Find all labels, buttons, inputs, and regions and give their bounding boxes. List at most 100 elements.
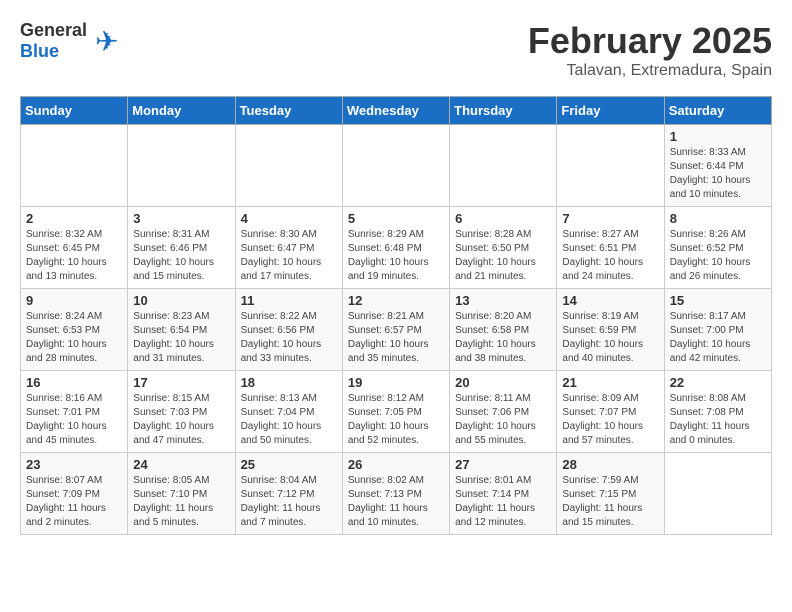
calendar-table: SundayMondayTuesdayWednesdayThursdayFrid… [20, 96, 772, 535]
col-header-thursday: Thursday [450, 97, 557, 125]
logo-blue: Blue [20, 41, 59, 61]
calendar-cell: 15 Sunrise: 8:17 AMSunset: 7:00 PMDaylig… [664, 289, 771, 371]
day-info: Sunrise: 8:27 AMSunset: 6:51 PMDaylight:… [562, 229, 643, 282]
col-header-monday: Monday [128, 97, 235, 125]
day-info: Sunrise: 8:26 AMSunset: 6:52 PMDaylight:… [670, 229, 751, 282]
calendar-cell: 22 Sunrise: 8:08 AMSunset: 7:08 PMDaylig… [664, 371, 771, 453]
day-number: 23 [26, 457, 122, 472]
day-info: Sunrise: 8:01 AMSunset: 7:14 PMDaylight:… [455, 475, 535, 528]
calendar-cell: 18 Sunrise: 8:13 AMSunset: 7:04 PMDaylig… [235, 371, 342, 453]
day-info: Sunrise: 8:32 AMSunset: 6:45 PMDaylight:… [26, 229, 107, 282]
day-number: 2 [26, 211, 122, 226]
day-number: 7 [562, 211, 658, 226]
day-info: Sunrise: 8:22 AMSunset: 6:56 PMDaylight:… [241, 311, 322, 364]
day-info: Sunrise: 8:12 AMSunset: 7:05 PMDaylight:… [348, 393, 429, 446]
day-info: Sunrise: 7:59 AMSunset: 7:15 PMDaylight:… [562, 475, 642, 528]
day-number: 27 [455, 457, 551, 472]
calendar-cell [450, 125, 557, 207]
calendar-cell: 28 Sunrise: 7:59 AMSunset: 7:15 PMDaylig… [557, 453, 664, 535]
day-number: 15 [670, 293, 766, 308]
header: General Blue ✈ February 2025 Talavan, Ex… [20, 20, 772, 80]
calendar-cell [342, 125, 449, 207]
calendar-cell: 27 Sunrise: 8:01 AMSunset: 7:14 PMDaylig… [450, 453, 557, 535]
day-info: Sunrise: 8:02 AMSunset: 7:13 PMDaylight:… [348, 475, 428, 528]
day-info: Sunrise: 8:04 AMSunset: 7:12 PMDaylight:… [241, 475, 321, 528]
calendar-cell: 12 Sunrise: 8:21 AMSunset: 6:57 PMDaylig… [342, 289, 449, 371]
calendar-cell: 5 Sunrise: 8:29 AMSunset: 6:48 PMDayligh… [342, 207, 449, 289]
col-header-tuesday: Tuesday [235, 97, 342, 125]
day-info: Sunrise: 8:13 AMSunset: 7:04 PMDaylight:… [241, 393, 322, 446]
day-number: 10 [133, 293, 229, 308]
day-number: 3 [133, 211, 229, 226]
day-number: 20 [455, 375, 551, 390]
day-info: Sunrise: 8:28 AMSunset: 6:50 PMDaylight:… [455, 229, 536, 282]
calendar-cell: 13 Sunrise: 8:20 AMSunset: 6:58 PMDaylig… [450, 289, 557, 371]
calendar-cell: 23 Sunrise: 8:07 AMSunset: 7:09 PMDaylig… [21, 453, 128, 535]
day-info: Sunrise: 8:30 AMSunset: 6:47 PMDaylight:… [241, 229, 322, 282]
day-info: Sunrise: 8:17 AMSunset: 7:00 PMDaylight:… [670, 311, 751, 364]
logo: General Blue ✈ [20, 20, 119, 62]
day-number: 4 [241, 211, 337, 226]
calendar-cell: 3 Sunrise: 8:31 AMSunset: 6:46 PMDayligh… [128, 207, 235, 289]
day-info: Sunrise: 8:09 AMSunset: 7:07 PMDaylight:… [562, 393, 643, 446]
day-info: Sunrise: 8:15 AMSunset: 7:03 PMDaylight:… [133, 393, 214, 446]
day-number: 26 [348, 457, 444, 472]
day-info: Sunrise: 8:08 AMSunset: 7:08 PMDaylight:… [670, 393, 750, 446]
calendar-cell [557, 125, 664, 207]
calendar-cell: 2 Sunrise: 8:32 AMSunset: 6:45 PMDayligh… [21, 207, 128, 289]
day-info: Sunrise: 8:11 AMSunset: 7:06 PMDaylight:… [455, 393, 536, 446]
day-number: 18 [241, 375, 337, 390]
day-number: 14 [562, 293, 658, 308]
calendar-cell: 26 Sunrise: 8:02 AMSunset: 7:13 PMDaylig… [342, 453, 449, 535]
day-number: 5 [348, 211, 444, 226]
calendar-week-row: 1 Sunrise: 8:33 AMSunset: 6:44 PMDayligh… [21, 125, 772, 207]
day-number: 21 [562, 375, 658, 390]
day-number: 1 [670, 129, 766, 144]
col-header-saturday: Saturday [664, 97, 771, 125]
calendar-cell: 1 Sunrise: 8:33 AMSunset: 6:44 PMDayligh… [664, 125, 771, 207]
calendar-cell [664, 453, 771, 535]
calendar-cell: 25 Sunrise: 8:04 AMSunset: 7:12 PMDaylig… [235, 453, 342, 535]
calendar-cell: 10 Sunrise: 8:23 AMSunset: 6:54 PMDaylig… [128, 289, 235, 371]
col-header-wednesday: Wednesday [342, 97, 449, 125]
calendar-week-row: 2 Sunrise: 8:32 AMSunset: 6:45 PMDayligh… [21, 207, 772, 289]
day-number: 17 [133, 375, 229, 390]
day-number: 19 [348, 375, 444, 390]
day-number: 16 [26, 375, 122, 390]
calendar-header-row: SundayMondayTuesdayWednesdayThursdayFrid… [21, 97, 772, 125]
logo-general: General [20, 20, 87, 40]
calendar-cell: 16 Sunrise: 8:16 AMSunset: 7:01 PMDaylig… [21, 371, 128, 453]
day-number: 24 [133, 457, 229, 472]
day-info: Sunrise: 8:20 AMSunset: 6:58 PMDaylight:… [455, 311, 536, 364]
day-number: 6 [455, 211, 551, 226]
calendar-week-row: 23 Sunrise: 8:07 AMSunset: 7:09 PMDaylig… [21, 453, 772, 535]
calendar-cell: 24 Sunrise: 8:05 AMSunset: 7:10 PMDaylig… [128, 453, 235, 535]
day-number: 9 [26, 293, 122, 308]
month-title: February 2025 [528, 20, 772, 62]
calendar-cell [128, 125, 235, 207]
day-number: 13 [455, 293, 551, 308]
day-info: Sunrise: 8:23 AMSunset: 6:54 PMDaylight:… [133, 311, 214, 364]
calendar-cell: 8 Sunrise: 8:26 AMSunset: 6:52 PMDayligh… [664, 207, 771, 289]
calendar-week-row: 9 Sunrise: 8:24 AMSunset: 6:53 PMDayligh… [21, 289, 772, 371]
calendar-cell: 14 Sunrise: 8:19 AMSunset: 6:59 PMDaylig… [557, 289, 664, 371]
day-info: Sunrise: 8:24 AMSunset: 6:53 PMDaylight:… [26, 311, 107, 364]
day-info: Sunrise: 8:31 AMSunset: 6:46 PMDaylight:… [133, 229, 214, 282]
day-number: 28 [562, 457, 658, 472]
day-number: 12 [348, 293, 444, 308]
title-area: February 2025 Talavan, Extremadura, Spai… [528, 20, 772, 80]
day-number: 22 [670, 375, 766, 390]
day-info: Sunrise: 8:07 AMSunset: 7:09 PMDaylight:… [26, 475, 106, 528]
calendar-cell: 17 Sunrise: 8:15 AMSunset: 7:03 PMDaylig… [128, 371, 235, 453]
day-info: Sunrise: 8:29 AMSunset: 6:48 PMDaylight:… [348, 229, 429, 282]
location-subtitle: Talavan, Extremadura, Spain [528, 62, 772, 80]
day-number: 25 [241, 457, 337, 472]
logo-bird-icon: ✈ [95, 25, 118, 58]
calendar-cell [21, 125, 128, 207]
day-info: Sunrise: 8:21 AMSunset: 6:57 PMDaylight:… [348, 311, 429, 364]
day-number: 11 [241, 293, 337, 308]
calendar-cell: 9 Sunrise: 8:24 AMSunset: 6:53 PMDayligh… [21, 289, 128, 371]
calendar-cell: 19 Sunrise: 8:12 AMSunset: 7:05 PMDaylig… [342, 371, 449, 453]
calendar-cell: 7 Sunrise: 8:27 AMSunset: 6:51 PMDayligh… [557, 207, 664, 289]
calendar-cell [235, 125, 342, 207]
